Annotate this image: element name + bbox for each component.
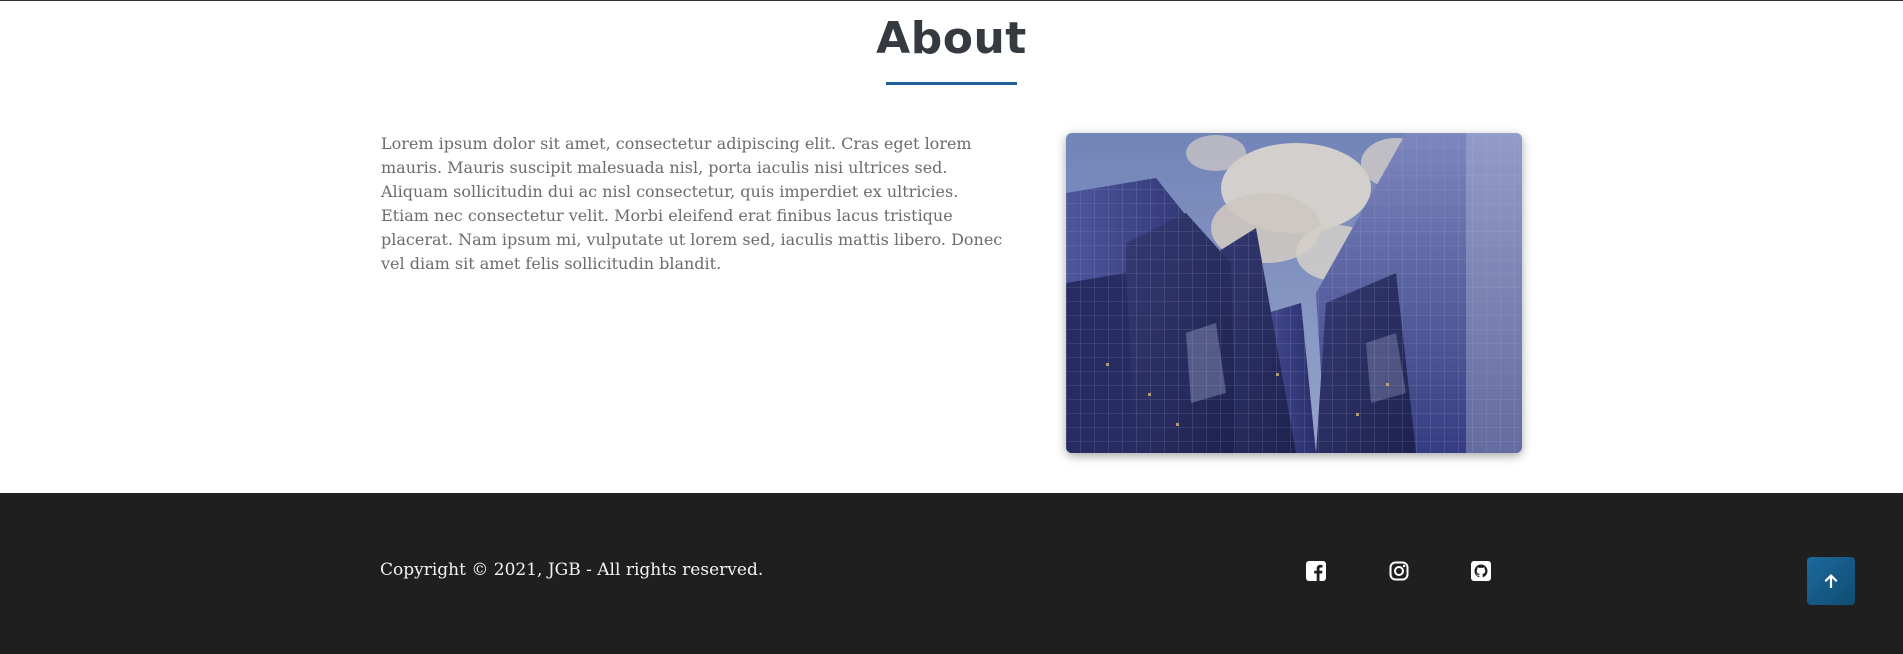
github-icon[interactable] — [1471, 561, 1491, 581]
facebook-icon[interactable] — [1306, 561, 1326, 581]
instagram-icon[interactable] — [1389, 561, 1409, 581]
back-to-top-button[interactable] — [1807, 557, 1855, 605]
section-title: About — [876, 13, 1027, 64]
arrow-up-icon — [1821, 571, 1841, 591]
about-section: About Lorem ipsum dolor sit amet, consec… — [0, 1, 1903, 493]
page: About Lorem ipsum dolor sit amet, consec… — [0, 0, 1903, 654]
title-underline — [886, 82, 1017, 85]
footer: Copyright © 2021, JGB - All rights reser… — [0, 493, 1903, 654]
about-image — [1066, 133, 1522, 453]
copyright-text: Copyright © 2021, JGB - All rights reser… — [380, 560, 764, 580]
about-paragraph: Lorem ipsum dolor sit amet, consectetur … — [381, 134, 1003, 273]
